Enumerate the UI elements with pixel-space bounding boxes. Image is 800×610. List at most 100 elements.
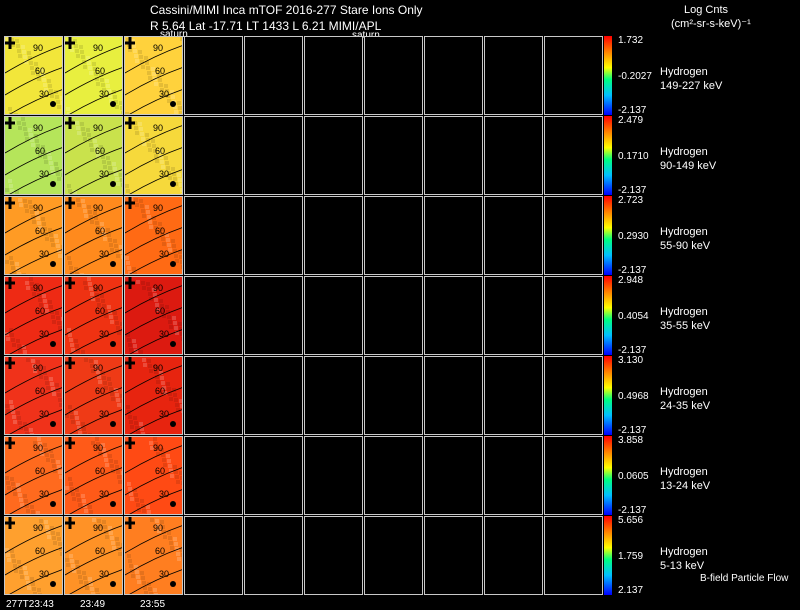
pixel-speckle: [77, 354, 81, 355]
pixel-speckle: [134, 493, 138, 497]
contour-label: 60: [155, 66, 165, 76]
empty-image-cell: [484, 516, 543, 595]
colorbar-mid-label: 0.4054: [618, 311, 649, 322]
sun-marker-icon: [65, 277, 75, 289]
pixel-speckle: [49, 377, 53, 381]
pixel-speckle: [23, 494, 27, 498]
pixel-speckle: [96, 298, 100, 302]
sun-marker-icon: [65, 357, 75, 369]
pixel-speckle: [6, 481, 10, 485]
pixel-speckle: [37, 221, 41, 225]
pixel-speckle: [51, 459, 55, 463]
pixel-speckle: [23, 127, 27, 131]
pixel-speckle: [17, 272, 21, 274]
pixel-speckle: [58, 326, 62, 330]
pixel-speckle: [134, 126, 138, 130]
contour-label: 60: [155, 146, 165, 156]
contour-label: 90: [153, 43, 163, 53]
pixel-speckle: [146, 433, 150, 434]
pixel-speckle: [111, 541, 115, 545]
pixel-speckle: [81, 199, 85, 203]
pixel-speckle: [11, 554, 15, 558]
sky-image-cell: 90 60 30: [4, 516, 63, 595]
pixel-speckle: [136, 575, 140, 579]
empty-image-cell: [184, 116, 243, 195]
pixel-speckle: [100, 78, 104, 82]
pixel-speckle: [68, 477, 72, 481]
saturn-marker-icon: [170, 341, 176, 347]
pixel-speckle: [52, 464, 56, 468]
pixel-speckle: [43, 83, 47, 87]
empty-image-cell: [304, 356, 363, 435]
pixel-speckle: [122, 476, 123, 480]
saturn-marker-icon: [110, 581, 116, 587]
saturn-marker-icon: [170, 501, 176, 507]
pixel-speckle: [163, 535, 167, 539]
pixel-speckle: [98, 380, 102, 384]
pixel-speckle: [9, 184, 13, 188]
empty-image-cell: [424, 516, 483, 595]
pixel-speckle: [39, 375, 43, 379]
pixel-speckle: [147, 71, 151, 75]
pixel-speckle: [30, 505, 34, 509]
pixel-speckle: [58, 254, 62, 258]
pixel-speckle: [170, 546, 174, 550]
colorbar-legend-title: Log Cnts: [684, 4, 729, 16]
pixel-speckle: [79, 45, 83, 49]
pixel-speckle: [23, 55, 27, 59]
contour-label: 60: [155, 466, 165, 476]
pixel-speckle: [179, 111, 182, 114]
empty-image-cell: [184, 36, 243, 115]
pixel-speckle: [180, 404, 182, 408]
empty-image-cell: [364, 276, 423, 355]
pixel-speckle: [101, 83, 105, 87]
pixel-speckle: [127, 194, 131, 195]
pixel-speckle: [69, 266, 73, 270]
contour-label: 90: [153, 123, 163, 133]
pixel-speckle: [8, 179, 12, 183]
contour-label: 90: [93, 443, 103, 453]
sky-image-cell: 90 60 30: [64, 436, 123, 515]
pixel-speckle: [10, 405, 14, 409]
empty-image-cell: [544, 36, 603, 115]
pixel-speckle: [16, 44, 20, 48]
pixel-speckle: [148, 220, 152, 224]
pixel-speckle: [29, 133, 33, 137]
pixel-speckle: [76, 421, 80, 425]
pixel-speckle: [133, 416, 137, 420]
pixel-speckle: [125, 184, 129, 188]
empty-image-cell: [184, 276, 243, 355]
empty-image-cell: [484, 356, 543, 435]
pixel-speckle: [93, 139, 97, 143]
pixel-speckle: [58, 542, 62, 546]
pixel-speckle: [47, 535, 51, 539]
colorbar-max-label: 1.732: [618, 35, 644, 46]
pixel-speckle: [77, 131, 81, 135]
contour-overlay: 90 60 30: [125, 37, 182, 114]
pixel-speckle: [121, 399, 122, 403]
pixel-speckle: [68, 333, 72, 337]
pixel-speckle: [130, 425, 134, 429]
contour-label: 30: [159, 249, 169, 259]
pixel-speckle: [45, 309, 49, 313]
pixel-speckle: [25, 281, 29, 285]
pixel-speckle: [132, 267, 136, 271]
pixel-speckle: [15, 39, 19, 43]
pixel-speckle: [119, 173, 122, 177]
sun-marker-icon: [5, 117, 15, 129]
pixel-speckle: [115, 537, 119, 541]
saturn-marker-icon: [50, 501, 56, 507]
sky-image-cell: 90 60 30: [124, 276, 183, 355]
empty-image-cell: [244, 276, 303, 355]
pixel-speckle: [37, 588, 41, 592]
sky-image-cell: 90 60 30: [64, 116, 123, 195]
pixel-speckle: [139, 127, 143, 131]
empty-image-cell: [244, 516, 303, 595]
pixel-speckle: [55, 239, 59, 243]
pixel-speckle: [109, 243, 113, 247]
pixel-speckle: [167, 99, 171, 103]
pixel-speckle: [82, 132, 86, 136]
pixel-speckle: [24, 499, 28, 503]
pixel-speckle: [154, 298, 158, 302]
energy-range-label: 5-13 keV: [660, 560, 705, 572]
